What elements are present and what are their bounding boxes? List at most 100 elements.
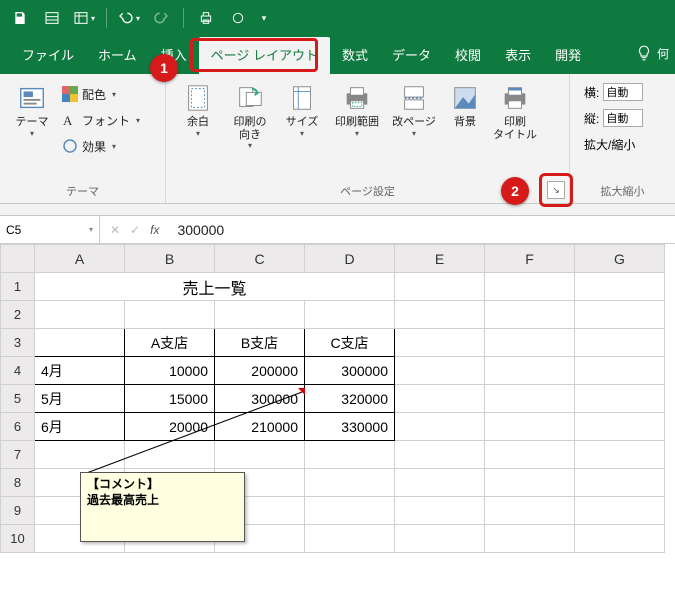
cell[interactable] <box>305 301 395 329</box>
select-all-corner[interactable] <box>1 245 35 273</box>
cell[interactable] <box>395 301 485 329</box>
cell[interactable] <box>575 441 665 469</box>
cell[interactable] <box>305 441 395 469</box>
cell[interactable] <box>575 525 665 553</box>
col-header-c[interactable]: C <box>215 245 305 273</box>
cell-c5[interactable]: 300000 <box>215 385 305 413</box>
cell[interactable] <box>575 469 665 497</box>
save-button[interactable] <box>6 4 34 32</box>
comment-indicator[interactable] <box>298 388 305 395</box>
fonts-button[interactable]: A フォント ▾ <box>58 108 144 132</box>
enter-edit-button[interactable]: ✓ <box>130 223 140 237</box>
cell[interactable] <box>395 441 485 469</box>
cell-d3[interactable]: C支店 <box>305 329 395 357</box>
cell[interactable] <box>575 357 665 385</box>
qat-button-2[interactable] <box>38 4 66 32</box>
cell[interactable] <box>485 469 575 497</box>
print-titles-button[interactable]: 印刷 タイトル <box>488 78 542 145</box>
cell[interactable] <box>395 357 485 385</box>
tab-file[interactable]: ファイル <box>10 37 86 74</box>
cell-d5[interactable]: 320000 <box>305 385 395 413</box>
cell[interactable] <box>575 329 665 357</box>
cell[interactable] <box>395 525 485 553</box>
col-header-a[interactable]: A <box>35 245 125 273</box>
tell-me-button[interactable]: 何 <box>635 44 669 62</box>
scale-control[interactable]: 拡大/縮小 <box>576 132 639 156</box>
cell[interactable] <box>395 273 485 301</box>
size-button[interactable]: サイズ ▾ <box>276 78 328 142</box>
tab-home[interactable]: ホーム <box>86 37 149 74</box>
qat-button-3[interactable]: ▾ <box>70 4 98 32</box>
undo-button[interactable]: ▾ <box>115 4 143 32</box>
tab-data[interactable]: データ <box>380 37 443 74</box>
row-header-3[interactable]: 3 <box>1 329 35 357</box>
cell[interactable] <box>215 441 305 469</box>
cell[interactable] <box>305 469 395 497</box>
cell[interactable] <box>575 413 665 441</box>
width-value[interactable] <box>603 83 643 101</box>
cell[interactable] <box>485 357 575 385</box>
cell[interactable] <box>305 525 395 553</box>
cell-a6[interactable]: 6月 <box>35 413 125 441</box>
cell-d6[interactable]: 330000 <box>305 413 395 441</box>
margins-button[interactable]: 余白 ▾ <box>172 78 224 142</box>
formula-input[interactable]: 300000 <box>169 222 675 238</box>
height-control[interactable]: 縦: <box>576 106 647 130</box>
cell[interactable] <box>215 301 305 329</box>
qat-customize-button[interactable]: ▾ <box>256 4 272 32</box>
tab-page-layout[interactable]: ページ レイアウト <box>199 37 330 74</box>
orientation-button[interactable]: 印刷の 向き ▾ <box>224 78 276 154</box>
effects-button[interactable]: 効果 ▾ <box>58 134 144 158</box>
cell[interactable] <box>305 497 395 525</box>
cell-d4[interactable]: 300000 <box>305 357 395 385</box>
col-header-f[interactable]: F <box>485 245 575 273</box>
breaks-button[interactable]: 改ページ ▾ <box>386 78 442 142</box>
worksheet[interactable]: A B C D E F G 1 売上一覧 2 3 A支店 B支店 C支店 4 4… <box>0 244 675 553</box>
tab-developer[interactable]: 開発 <box>543 37 593 74</box>
cell[interactable] <box>395 497 485 525</box>
background-button[interactable]: 背景 <box>442 78 488 133</box>
cell-b3[interactable]: A支店 <box>125 329 215 357</box>
cell[interactable] <box>35 301 125 329</box>
row-header-6[interactable]: 6 <box>1 413 35 441</box>
qat-button-shape[interactable] <box>224 4 252 32</box>
row-header-4[interactable]: 4 <box>1 357 35 385</box>
row-header-7[interactable]: 7 <box>1 441 35 469</box>
cell[interactable] <box>575 497 665 525</box>
row-header-1[interactable]: 1 <box>1 273 35 301</box>
cell-c3[interactable]: B支店 <box>215 329 305 357</box>
cell[interactable] <box>575 273 665 301</box>
cell[interactable] <box>485 497 575 525</box>
cancel-edit-button[interactable]: ✕ <box>110 223 120 237</box>
tab-formulas[interactable]: 数式 <box>330 37 380 74</box>
height-value[interactable] <box>603 109 643 127</box>
cell-c4[interactable]: 200000 <box>215 357 305 385</box>
cell-b5[interactable]: 15000 <box>125 385 215 413</box>
row-header-8[interactable]: 8 <box>1 469 35 497</box>
row-header-9[interactable]: 9 <box>1 497 35 525</box>
tab-review[interactable]: 校閲 <box>443 37 493 74</box>
col-header-g[interactable]: G <box>575 245 665 273</box>
cell-a4[interactable]: 4月 <box>35 357 125 385</box>
cell[interactable] <box>485 329 575 357</box>
cell[interactable] <box>35 329 125 357</box>
row-header-5[interactable]: 5 <box>1 385 35 413</box>
cell[interactable] <box>485 301 575 329</box>
col-header-b[interactable]: B <box>125 245 215 273</box>
page-setup-dialog-launcher[interactable]: ↘ <box>547 181 565 199</box>
colors-button[interactable]: 配色 ▾ <box>58 82 144 106</box>
cell[interactable] <box>395 385 485 413</box>
cell[interactable] <box>125 301 215 329</box>
cell[interactable] <box>485 273 575 301</box>
cell[interactable] <box>485 413 575 441</box>
name-box[interactable]: C5 ▾ <box>0 216 100 243</box>
col-header-e[interactable]: E <box>395 245 485 273</box>
cell-b4[interactable]: 10000 <box>125 357 215 385</box>
cell[interactable] <box>395 469 485 497</box>
cell[interactable] <box>35 441 125 469</box>
cell[interactable] <box>485 385 575 413</box>
insert-function-button[interactable]: fx <box>150 223 159 237</box>
cell-c6[interactable]: 210000 <box>215 413 305 441</box>
cell[interactable] <box>575 385 665 413</box>
cell-title[interactable]: 売上一覧 <box>35 273 395 301</box>
